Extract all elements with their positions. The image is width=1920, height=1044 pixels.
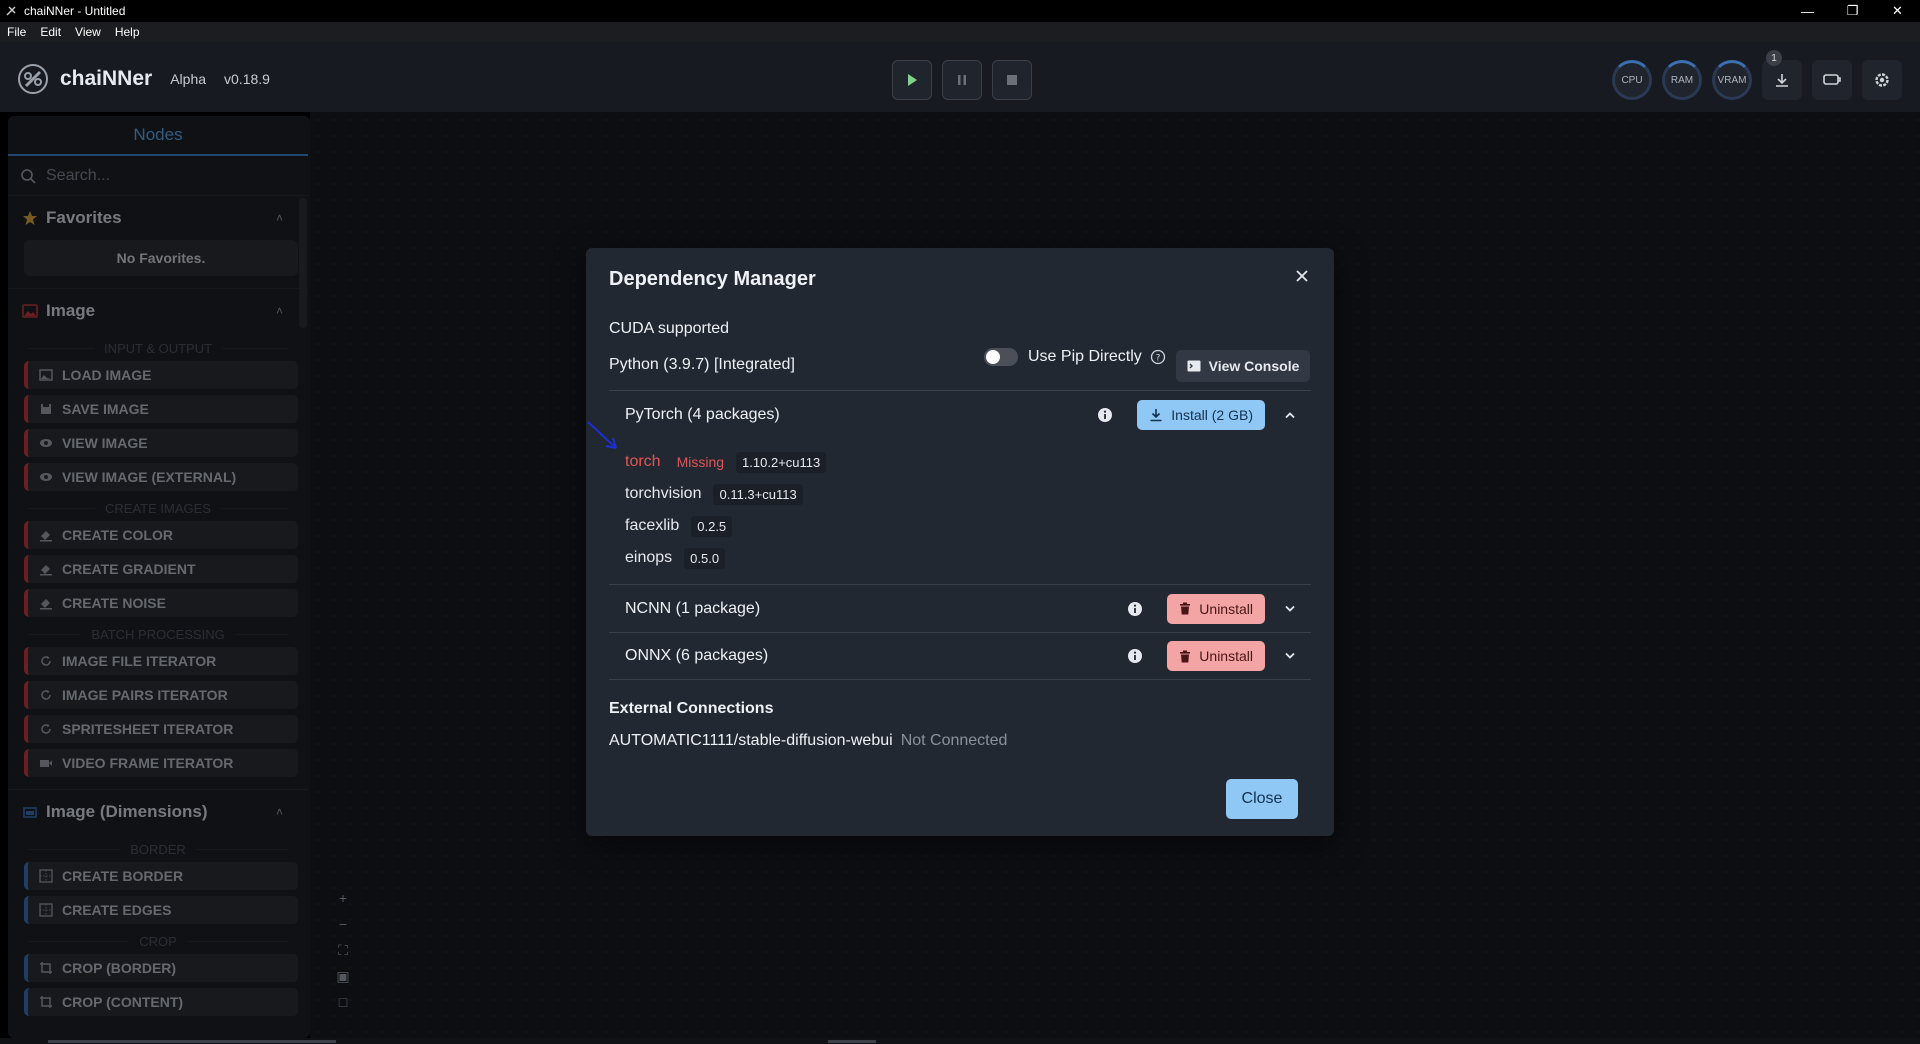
terminal-icon <box>1187 360 1201 372</box>
view-console-button[interactable]: View Console <box>1176 350 1310 382</box>
connection-status: Not Connected <box>900 732 1008 749</box>
download-button[interactable]: 1 <box>1762 50 1802 100</box>
restore-button[interactable]: ❐ <box>1830 0 1875 22</box>
uninstall-button[interactable]: Uninstall <box>1167 593 1265 624</box>
info-icon[interactable] <box>1127 648 1143 664</box>
run-controls <box>892 60 1032 100</box>
window-titlebar: chaiNNer - Untitled — ❐ ✕ <box>0 0 1920 22</box>
package-facexlib: facexlib 0.2.5 <box>625 510 826 542</box>
package-einops: einops 0.5.0 <box>625 542 826 574</box>
info-icon[interactable] <box>1097 407 1113 423</box>
app-icon <box>6 6 16 16</box>
package-version: 0.2.5 <box>691 515 733 537</box>
view-console-label: View Console <box>1208 358 1300 374</box>
package-group-ncnn: NCNN (1 package) Uninstall <box>609 584 1311 632</box>
download-icon <box>1150 408 1162 421</box>
release-tag: Alpha <box>170 71 207 87</box>
stop-button[interactable] <box>992 60 1032 100</box>
pytorch-package-list: torch Missing 1.10.2+cu113 torchvision 0… <box>625 446 827 574</box>
close-window-button[interactable]: ✕ <box>1875 0 1920 22</box>
chevron-down-icon <box>1285 605 1295 612</box>
use-pip-label: Use Pip Directly <box>1028 348 1142 365</box>
collapse-button[interactable] <box>1275 411 1305 419</box>
chevron-up-icon <box>1285 411 1295 418</box>
help-icon[interactable]: ? <box>1150 349 1166 365</box>
run-button[interactable] <box>892 60 932 100</box>
dialog-title: Dependency Manager <box>609 268 816 290</box>
pause-button[interactable] <box>942 60 982 100</box>
use-pip-toggle[interactable] <box>984 348 1018 366</box>
svg-text:?: ? <box>1155 354 1160 364</box>
chainner-logo-icon <box>18 64 48 94</box>
package-version: 0.11.3+cu113 <box>713 483 803 505</box>
gear-icon <box>1875 73 1889 87</box>
package-version: 1.10.2+cu113 <box>736 451 827 473</box>
scrollbar-thumb[interactable] <box>828 1040 876 1043</box>
connection-name: AUTOMATIC1111/stable-diffusion-webui <box>609 732 893 749</box>
dependency-manager-dialog: Dependency Manager CUDA supported Python… <box>586 248 1334 836</box>
install-button[interactable]: Install (2 GB) <box>1137 399 1265 430</box>
minimize-button[interactable]: — <box>1785 0 1830 22</box>
play-icon <box>908 74 917 86</box>
horizontal-scrollbar[interactable] <box>0 1038 1920 1044</box>
package-group-pytorch: PyTorch (4 packages) Install (2 GB) <box>609 390 1311 438</box>
expand-button[interactable] <box>1275 605 1305 613</box>
menu-edit[interactable]: Edit <box>33 25 68 39</box>
close-icon <box>1296 270 1308 282</box>
menu-bar: File Edit View Help <box>0 22 1920 42</box>
annotation-arrow-icon <box>587 421 617 449</box>
info-icon[interactable] <box>1127 601 1143 617</box>
brand: chaiNNer Alpha v0.18.9 <box>16 62 270 96</box>
menu-view[interactable]: View <box>68 25 108 39</box>
plugin-icon <box>1823 74 1841 85</box>
package-torchvision: torchvision 0.11.3+cu113 <box>625 478 826 510</box>
header-tools: CPU RAM VRAM 1 <box>1612 50 1902 100</box>
download-icon <box>1776 74 1788 87</box>
uninstall-button[interactable]: Uninstall <box>1167 641 1265 671</box>
python-version: Python (3.9.7) [Integrated] <box>609 356 795 373</box>
chevron-down-icon <box>1285 652 1295 659</box>
external-connections-title: External Connections <box>609 700 774 717</box>
expand-button[interactable] <box>1275 652 1305 660</box>
package-version: 0.5.0 <box>684 547 726 569</box>
app-version: v0.18.9 <box>224 71 270 87</box>
app-name: chaiNNer <box>60 67 153 90</box>
group-name: PyTorch (4 packages) <box>625 405 780 423</box>
window-title: chaiNNer - Untitled <box>24 4 126 18</box>
group-name: ONNX (6 packages) <box>625 647 769 664</box>
missing-status: Missing <box>676 454 725 470</box>
vram-gauge: VRAM <box>1712 60 1752 100</box>
menu-file[interactable]: File <box>0 25 33 39</box>
package-torch: torch Missing 1.10.2+cu113 <box>625 446 827 478</box>
pause-icon <box>958 75 966 85</box>
cpu-gauge: CPU <box>1612 60 1652 100</box>
download-count-badge: 1 <box>1766 50 1782 66</box>
app-header: chaiNNer Alpha v0.18.9 CPU RAM VRAM 1 <box>0 42 1920 112</box>
trash-icon <box>1180 650 1191 662</box>
external-connection-row: AUTOMATIC1111/stable-diffusion-webui Not… <box>609 732 1007 750</box>
close-button[interactable]: Close <box>1226 779 1298 819</box>
use-pip-directly: Use Pip Directly ? <box>984 348 1166 366</box>
trash-icon <box>1180 602 1191 615</box>
cuda-status: CUDA supported <box>609 320 730 337</box>
menu-help[interactable]: Help <box>108 25 147 39</box>
ram-gauge: RAM <box>1662 60 1702 100</box>
group-name: NCNN (1 package) <box>625 599 761 617</box>
dialog-close-button[interactable] <box>1288 262 1316 290</box>
settings-button[interactable] <box>1862 60 1902 100</box>
scrollbar-thumb[interactable] <box>48 1040 336 1043</box>
package-group-onnx: ONNX (6 packages) Uninstall <box>609 632 1311 680</box>
stop-icon <box>1007 75 1017 85</box>
dependency-manager-button[interactable] <box>1812 60 1852 100</box>
